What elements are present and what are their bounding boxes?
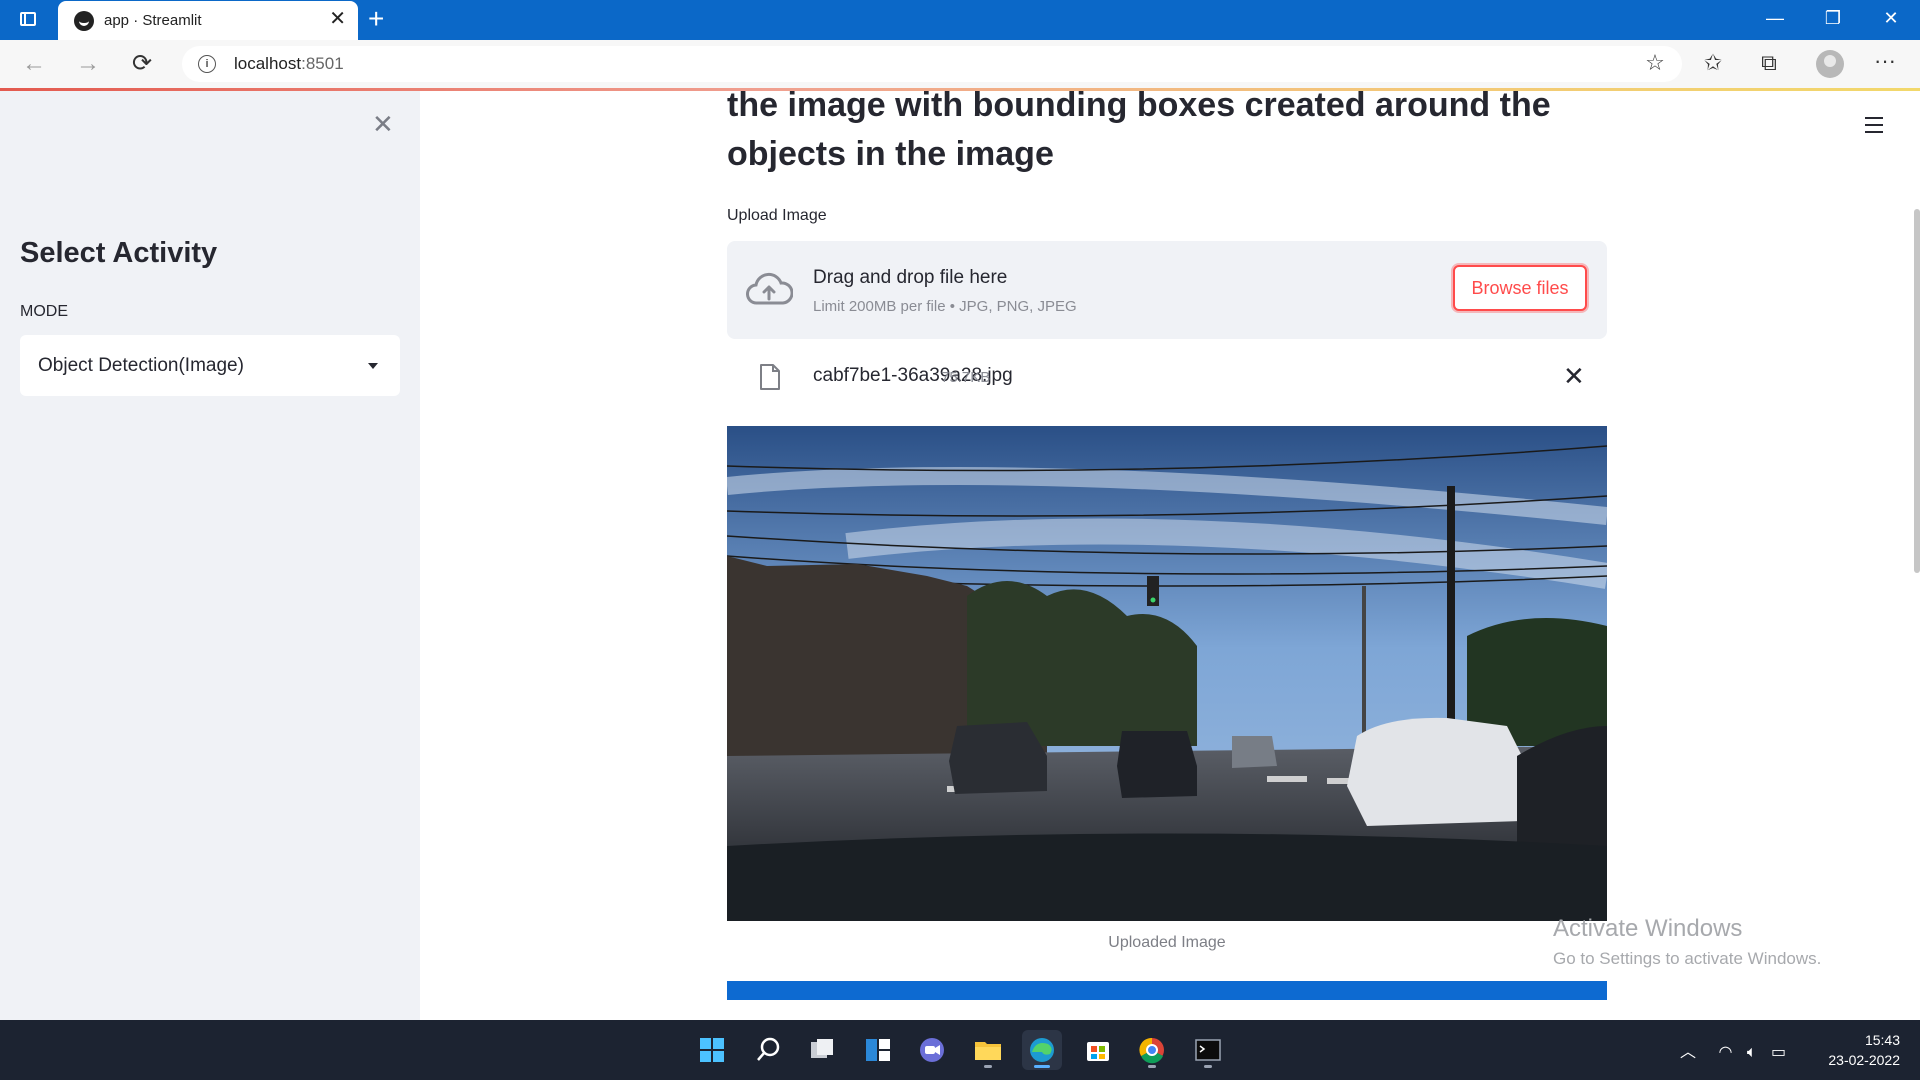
widgets-icon[interactable]	[858, 1030, 898, 1070]
dropzone-limit: Limit 200MB per file • JPG, PNG, JPEG	[813, 298, 1077, 315]
tab-actions-icon[interactable]	[16, 8, 40, 32]
favorites-icon[interactable]: ✩	[1698, 50, 1728, 76]
uploaded-file-row: cabf7be1-36a39a28.jpg 75.7KB ✕	[727, 355, 1607, 403]
browser-tab[interactable]: app · Streamlit ✕	[58, 1, 358, 40]
minimize-icon[interactable]: —	[1760, 8, 1790, 29]
file-icon	[760, 364, 780, 390]
system-tray: ︿ ◠ 🔈︎ ▭	[1680, 1038, 1786, 1062]
file-size: 75.7KB	[941, 369, 991, 386]
taskbar	[0, 1020, 1920, 1080]
sidebar-heading: Select Activity	[20, 237, 218, 269]
sidebar-close-icon[interactable]: ✕	[372, 109, 394, 140]
profile-avatar[interactable]	[1816, 50, 1844, 78]
progress-bar	[727, 981, 1607, 1000]
tab-title: app · Streamlit	[104, 12, 202, 29]
task-view-icon[interactable]	[802, 1030, 842, 1070]
mode-select-value: Object Detection(Image)	[38, 355, 244, 376]
remove-file-icon[interactable]: ✕	[1563, 361, 1585, 392]
hamburger-menu-icon[interactable]	[1865, 117, 1883, 138]
microsoft-store-icon[interactable]	[1078, 1030, 1118, 1070]
edge-icon[interactable]	[1022, 1030, 1062, 1070]
tab-close-icon[interactable]: ✕	[329, 9, 346, 29]
battery-icon[interactable]: ▭	[1771, 1044, 1786, 1061]
clock-date: 23-02-2022	[1828, 1052, 1900, 1068]
teams-chat-icon[interactable]	[912, 1030, 952, 1070]
add-favorite-icon[interactable]: ☆	[1640, 50, 1670, 76]
upload-label: Upload Image	[727, 207, 827, 224]
scrollbar[interactable]	[1914, 209, 1920, 573]
street-scene-image	[727, 426, 1607, 921]
back-icon[interactable]: ←	[22, 50, 46, 78]
browse-files-button[interactable]: Browse files	[1453, 265, 1587, 311]
more-options-icon[interactable]: ···	[1870, 48, 1900, 74]
browser-titlebar: app · Streamlit ✕ + — ❐ ✕	[0, 0, 1920, 40]
chevron-up-icon[interactable]: ︿	[1680, 1044, 1696, 1061]
watermark-title: Activate Windows	[1553, 915, 1743, 942]
main-content: the image with bounding boxes created ar…	[420, 91, 1920, 1020]
page-heading: the image with bounding boxes created ar…	[727, 91, 1551, 173]
restore-icon[interactable]: ❐	[1818, 8, 1848, 29]
wifi-icon[interactable]: ◠	[1718, 1044, 1732, 1061]
new-tab-icon[interactable]: +	[368, 4, 384, 34]
windows-start-icon[interactable]	[692, 1030, 732, 1070]
mode-select[interactable]: Object Detection(Image)	[20, 335, 400, 396]
uploaded-image	[727, 426, 1607, 921]
file-explorer-icon[interactable]	[968, 1030, 1008, 1070]
chevron-down-icon	[368, 363, 378, 369]
image-caption: Uploaded Image	[1108, 934, 1226, 951]
url-field[interactable]: i localhost:8501	[182, 46, 1682, 82]
file-dropzone[interactable]: Drag and drop file here Limit 200MB per …	[727, 241, 1607, 339]
collections-icon[interactable]: ⧉	[1754, 50, 1784, 76]
clock[interactable]: 15:43 23-02-2022	[1810, 1030, 1900, 1070]
forward-icon[interactable]: →	[76, 50, 100, 78]
dropzone-title: Drag and drop file here	[813, 267, 1008, 288]
activate-windows-watermark: Activate Windows Go to Settings to activ…	[1553, 915, 1821, 969]
terminal-icon[interactable]	[1188, 1030, 1228, 1070]
site-info-icon[interactable]: i	[198, 55, 216, 73]
cloud-upload-icon	[746, 272, 793, 305]
window-close-icon[interactable]: ✕	[1876, 8, 1906, 29]
watermark-subtitle: Go to Settings to activate Windows.	[1553, 949, 1822, 968]
volume-icon[interactable]: 🔈︎	[1747, 1044, 1757, 1061]
sidebar: ✕ Select Activity MODE Object Detection(…	[0, 91, 420, 1020]
reload-icon[interactable]: ⟳	[132, 50, 152, 78]
clock-time: 15:43	[1864, 1032, 1900, 1048]
streamlit-favicon-icon	[74, 11, 94, 31]
mode-label: MODE	[20, 303, 68, 320]
url-port: :8501	[301, 54, 344, 73]
url-host: localhost	[234, 54, 302, 73]
chrome-icon[interactable]	[1132, 1030, 1172, 1070]
search-icon[interactable]	[748, 1030, 788, 1070]
url-text[interactable]: localhost:8501	[234, 54, 344, 74]
